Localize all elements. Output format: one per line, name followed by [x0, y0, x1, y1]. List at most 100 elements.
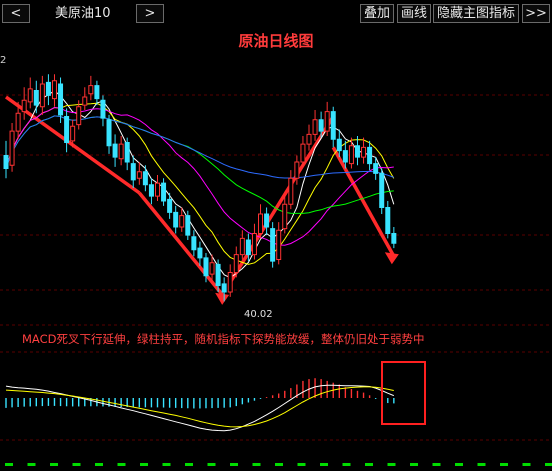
chart-title: 原油日线图: [238, 32, 314, 50]
candle-body: [294, 161, 300, 179]
axis-edge-label: 2: [0, 55, 7, 66]
low-price-label: 40.02: [244, 309, 273, 320]
candle-body: [300, 143, 306, 163]
candle-body: [330, 111, 336, 140]
candle-body: [94, 85, 100, 100]
bottom-marker: [522, 463, 531, 466]
candle-body: [179, 215, 185, 228]
candle-body: [51, 80, 57, 100]
candle-body: [379, 172, 385, 208]
candle-body: [203, 257, 209, 277]
candle-body: [348, 145, 354, 165]
analysis-annotation: MACD死叉下行延伸，绿柱持平，随机指标下探势能放缓，整体仍旧处于弱势中: [22, 332, 425, 346]
candle-body: [148, 184, 154, 197]
candle-body: [197, 247, 203, 259]
candle-body: [258, 213, 264, 234]
candle-body: [264, 213, 270, 228]
candle-body: [161, 182, 167, 202]
candle-body: [336, 138, 342, 152]
bottom-marker: [140, 463, 148, 466]
candle-body: [282, 203, 288, 230]
candle-body: [155, 182, 160, 197]
bottom-indicator-strip: [5, 463, 552, 466]
trend-arrow: [215, 292, 230, 305]
candle-body: [191, 236, 197, 251]
bottom-marker: [72, 463, 81, 466]
candle-body: [33, 90, 39, 106]
bottom-marker: [410, 463, 418, 466]
candle-body: [288, 177, 294, 205]
bottom-marker: [95, 463, 103, 466]
bottom-marker: [275, 463, 283, 466]
candle-body: [233, 254, 239, 273]
trend-line: [331, 146, 396, 258]
chart-canvas: [0, 74, 552, 466]
candle-body: [39, 83, 45, 108]
trend-line: [228, 115, 335, 284]
candle-body: [270, 228, 276, 262]
candle-body: [312, 119, 318, 135]
candle-body: [318, 119, 324, 132]
candle-body: [142, 171, 148, 186]
candle-body: [124, 142, 130, 163]
trend-arrow: [384, 252, 399, 265]
candle-body: [373, 163, 379, 174]
bottom-marker: [185, 463, 193, 466]
candle-body: [209, 262, 215, 275]
candle-body: [167, 198, 173, 213]
bottom-marker: [387, 463, 396, 466]
candle-body: [45, 81, 51, 96]
bottom-marker: [455, 463, 463, 466]
bottom-marker: [207, 463, 216, 466]
candle-body: [21, 99, 27, 113]
bottom-marker: [477, 463, 486, 466]
candle-body: [367, 146, 373, 165]
candle-body: [70, 125, 76, 142]
candle-body: [324, 111, 330, 132]
candle-body: [239, 237, 245, 256]
bottom-marker: [365, 463, 373, 466]
candle-body: [64, 116, 70, 143]
candle-body: [354, 145, 360, 158]
macd-panel: [5, 378, 395, 432]
candle-body: [15, 112, 21, 132]
candle-body: [106, 119, 112, 147]
candle-body: [58, 83, 64, 116]
bottom-marker: [252, 463, 261, 466]
candle-body: [118, 143, 124, 160]
bottom-marker: [5, 463, 13, 466]
candle-body: [221, 283, 227, 293]
candle-body: [185, 215, 191, 236]
candle-body: [385, 207, 391, 234]
bottom-marker: [297, 463, 306, 466]
bottom-marker: [50, 463, 58, 466]
bottom-marker: [545, 463, 552, 466]
candle-body: [391, 233, 397, 244]
bottom-marker: [27, 463, 36, 466]
candle-body: [173, 211, 179, 228]
bottom-marker: [320, 463, 328, 466]
bottom-marker: [500, 463, 508, 466]
candle-body: [306, 133, 312, 145]
candle-body: [76, 106, 82, 126]
candle-body: [251, 233, 257, 256]
bottom-marker: [342, 463, 351, 466]
candle-body: [215, 263, 221, 286]
candle-body: [100, 99, 106, 119]
candle-body: [82, 96, 88, 106]
candle-body: [27, 88, 33, 103]
candle-body: [136, 171, 142, 179]
bottom-marker: [432, 463, 441, 466]
candle-body: [9, 130, 15, 166]
candle-body: [361, 146, 367, 158]
candle-body: [3, 155, 9, 169]
bottom-marker: [230, 463, 238, 466]
candle-body: [227, 272, 233, 293]
bottom-marker: [117, 463, 126, 466]
candle-body: [342, 150, 348, 163]
grid: [0, 94, 552, 441]
bottom-marker: [162, 463, 171, 466]
candle-body: [245, 239, 251, 256]
candle-body: [276, 229, 282, 260]
candle-body: [112, 143, 118, 158]
